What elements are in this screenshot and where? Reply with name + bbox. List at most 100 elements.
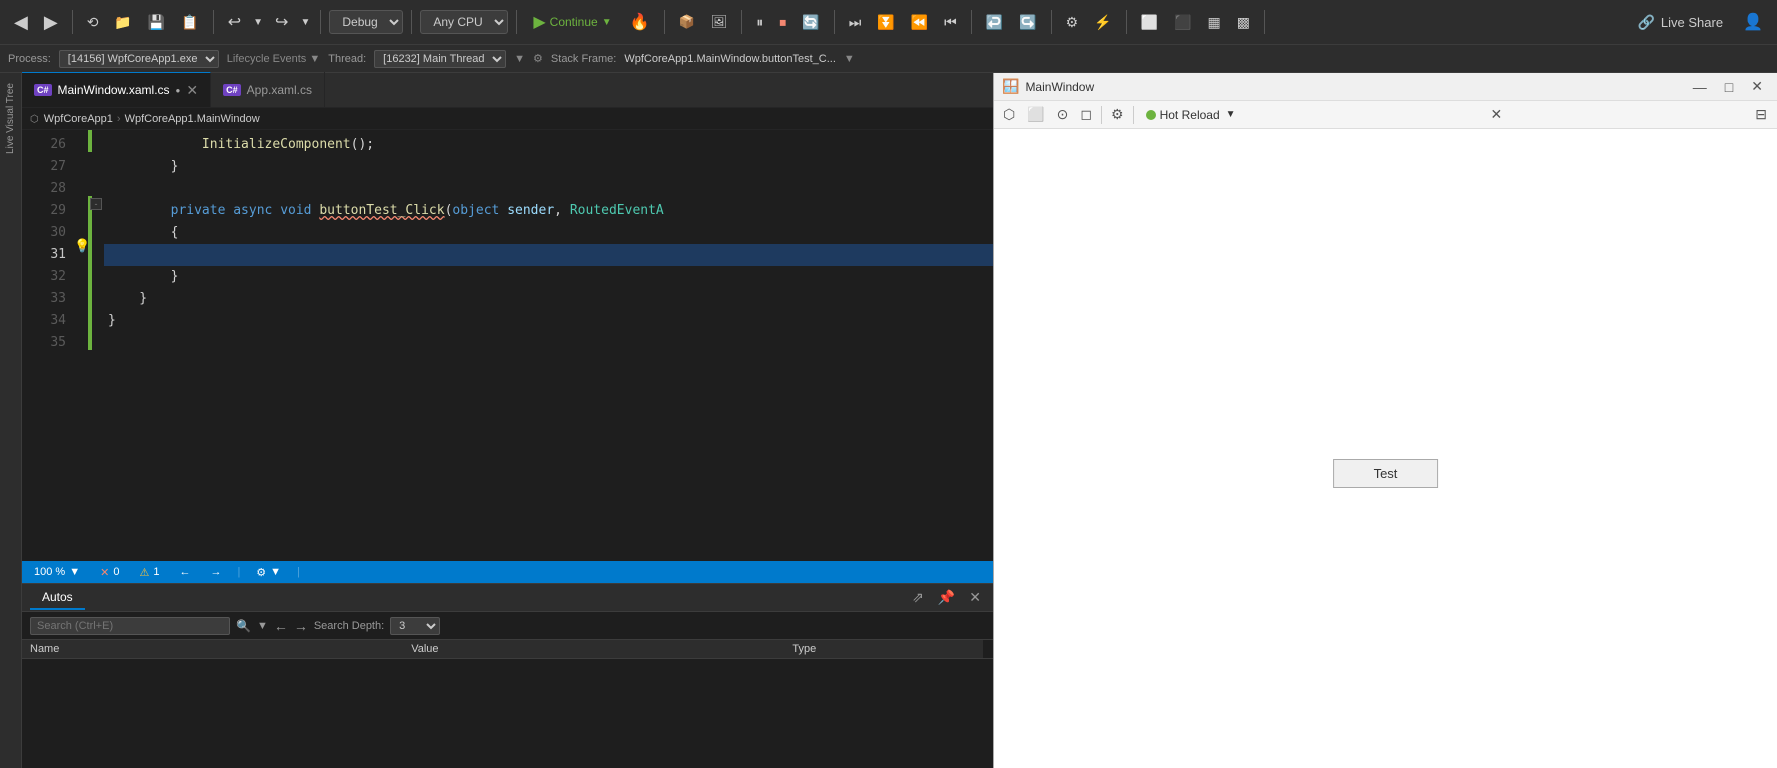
lifecycle-events-button[interactable]: Lifecycle Events ▼: [227, 53, 320, 65]
code-content[interactable]: InitializeComponent(); } private async v…: [104, 130, 993, 561]
wpf-maximize-button[interactable]: □: [1719, 76, 1739, 98]
undo2-button[interactable]: ↩️: [980, 10, 1009, 35]
grid3-button[interactable]: ▦: [1202, 10, 1227, 35]
wpf-settings-button[interactable]: ⚙: [1106, 103, 1129, 126]
search-icon-button[interactable]: 🔍: [236, 619, 251, 633]
editor-container: C# MainWindow.xaml.cs ● ✕ C# App.xaml.cs…: [22, 73, 993, 768]
stop-button[interactable]: ⏹: [773, 10, 792, 35]
panel-pin-button[interactable]: 📌: [934, 587, 959, 608]
panel-float-button[interactable]: ⇗: [908, 587, 928, 608]
nav-back-status[interactable]: ←: [175, 566, 194, 578]
thread-settings-button[interactable]: ⚙: [533, 52, 543, 65]
table-scrollbar[interactable]: [983, 640, 993, 658]
open-file-button[interactable]: 📁: [108, 10, 137, 35]
zoom-dropdown: ▼: [69, 566, 80, 578]
toolbar-btn-2[interactable]: 🖼: [705, 10, 734, 34]
live-visual-tree-sidebar: Live Visual Tree: [0, 73, 22, 768]
stack-filter-button[interactable]: ▼: [844, 53, 855, 65]
wpf-test-button[interactable]: Test: [1333, 459, 1439, 488]
undo-button[interactable]: ↩: [222, 8, 247, 36]
wpf-content-area: Test: [994, 129, 1777, 768]
code-line-30: {: [104, 222, 993, 244]
step-over-button[interactable]: ⏭: [843, 10, 868, 35]
filter-status[interactable]: ⚙ ▼: [252, 566, 285, 579]
lightbulb-31[interactable]: 💡: [74, 238, 90, 254]
restart-button[interactable]: 🔄: [796, 10, 825, 35]
breadcrumb-class[interactable]: WpfCoreApp1.MainWindow: [125, 113, 260, 125]
thread-label: Thread:: [328, 53, 366, 65]
grid1-button[interactable]: ⬜: [1135, 10, 1164, 35]
code-line-34: }: [104, 310, 993, 332]
tab-mainwindow-close[interactable]: ✕: [186, 82, 198, 99]
wpf-close-button[interactable]: ✕: [1745, 75, 1769, 98]
separator-6: [664, 10, 665, 34]
nav-fwd-status[interactable]: →: [206, 566, 225, 578]
continue-dropdown: ▼: [602, 17, 612, 28]
panel-close-button[interactable]: ✕: [965, 587, 985, 608]
undo-dropdown[interactable]: ▼: [251, 13, 265, 32]
separator-3: [320, 10, 321, 34]
refresh-button[interactable]: ⟲: [81, 10, 105, 35]
wpf-toolbar-sep-1: [1101, 106, 1102, 124]
wpf-show-adorner-button[interactable]: ◻: [1075, 103, 1097, 126]
wpf-select-element-button[interactable]: ⬡: [998, 103, 1020, 126]
errors-status[interactable]: ✕ 0: [96, 566, 123, 579]
separator-8: [834, 10, 835, 34]
forward-button[interactable]: ▶: [38, 8, 64, 37]
step-back-button[interactable]: ⏮: [938, 10, 963, 35]
live-visual-tree-label[interactable]: Live Visual Tree: [5, 83, 16, 154]
autos-search-input[interactable]: [30, 617, 230, 635]
process-dropdown[interactable]: [14156] WpfCoreApp1.exe: [59, 50, 219, 68]
zoom-status[interactable]: 100 % ▼: [30, 566, 84, 578]
warnings-status[interactable]: ⚠ 1: [135, 566, 163, 579]
thread-filter-button[interactable]: ▼: [514, 53, 525, 65]
redo-button[interactable]: ↪: [269, 8, 294, 36]
grid2-button[interactable]: ⬛: [1168, 10, 1197, 35]
status-sep-2: |: [297, 566, 300, 578]
grid4-button[interactable]: ▩: [1231, 10, 1256, 35]
redo-dropdown[interactable]: ▼: [298, 13, 312, 32]
error-count: 0: [113, 566, 119, 578]
ln-29: 29: [22, 200, 66, 222]
play-icon: ▶: [533, 12, 545, 32]
status-sep-1: |: [237, 566, 240, 578]
continue-button[interactable]: ▶ Continue ▼: [525, 9, 619, 35]
search-next-button[interactable]: →: [294, 618, 308, 634]
wpf-toolbar-float[interactable]: ⊟: [1749, 103, 1773, 126]
tab-app-xaml-cs[interactable]: C# App.xaml.cs: [211, 72, 325, 107]
save-button[interactable]: 💾: [142, 10, 171, 35]
lightning-button[interactable]: ⚡: [1088, 10, 1117, 35]
pause-button[interactable]: ⏸: [750, 10, 769, 35]
tab-mainwindow-cs[interactable]: C# MainWindow.xaml.cs ● ✕: [22, 72, 211, 107]
back-button[interactable]: ◀: [8, 8, 34, 37]
wpf-toolbar-close[interactable]: ✕: [1485, 103, 1509, 126]
panel-tab-actions: ⇗ 📌 ✕: [908, 587, 985, 608]
clipboard-button[interactable]: 📋: [175, 10, 204, 35]
ln-27: 27: [22, 156, 66, 178]
thread-dropdown[interactable]: [16232] Main Thread: [374, 50, 506, 68]
separator-7: [741, 10, 742, 34]
step-out-button[interactable]: ⏪: [905, 10, 934, 35]
wpf-track-focused-button[interactable]: ⊙: [1052, 103, 1074, 126]
search-prev-button[interactable]: ←: [274, 618, 288, 634]
fire-button[interactable]: 🔥: [624, 8, 656, 36]
ln-26: 26: [22, 134, 66, 156]
redo2-button[interactable]: ↪️: [1013, 10, 1042, 35]
step-into-button[interactable]: ⏬: [871, 10, 900, 35]
live-share-button[interactable]: 🔗 Live Share: [1627, 10, 1733, 35]
ln-28: 28: [22, 178, 66, 200]
hot-reload-button[interactable]: Hot Reload ▼: [1138, 105, 1244, 125]
wpf-display-root-button[interactable]: ⬜: [1022, 103, 1049, 126]
fold-icon-29[interactable]: -: [90, 198, 102, 210]
search-options-button[interactable]: ▼: [257, 620, 268, 632]
settings-button[interactable]: ⚙: [1060, 10, 1085, 35]
debug-config-dropdown[interactable]: Debug: [329, 10, 403, 34]
wpf-minimize-button[interactable]: —: [1687, 76, 1713, 98]
search-depth-select[interactable]: 3: [390, 617, 440, 635]
user-button[interactable]: 👤: [1737, 8, 1769, 36]
toolbar-btn-1[interactable]: 📦: [673, 10, 701, 34]
panel-tab-autos[interactable]: Autos: [30, 586, 85, 610]
tab-modified-dot: ●: [176, 86, 181, 95]
cpu-dropdown[interactable]: Any CPU: [420, 10, 508, 34]
breadcrumb-project[interactable]: ⬡ WpfCoreApp1: [30, 113, 113, 125]
